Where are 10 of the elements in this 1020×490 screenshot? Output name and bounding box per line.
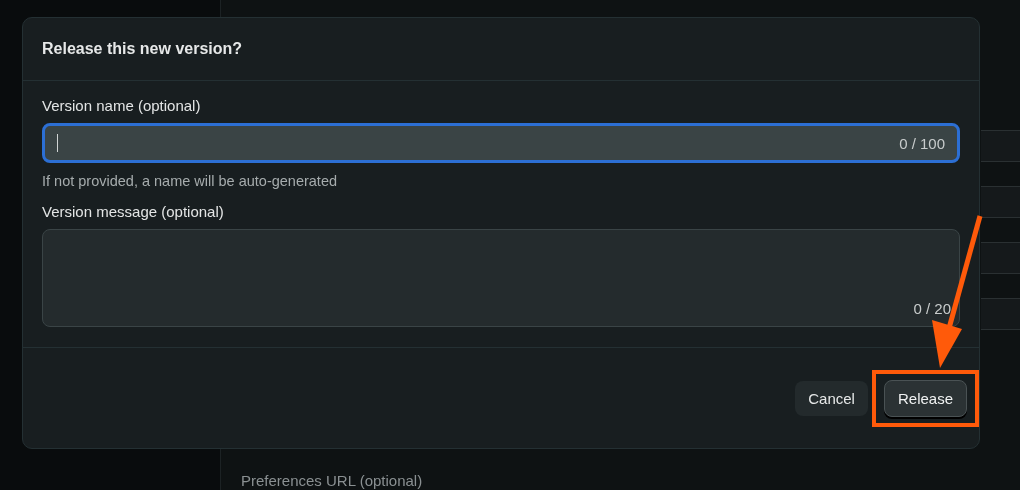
help-text: If not provided, a name will be auto-generated <box>42 173 339 189</box>
release-button[interactable]: Release <box>883 379 967 417</box>
input-field[interactable]: 0 / 100 <box>42 123 960 163</box>
arrow-icon <box>932 215 983 368</box>
field-label: Version name (optional) <box>42 97 202 114</box>
text-area[interactable]: 0 / 20 <box>42 229 960 327</box>
dialog-title: Release this new version? <box>42 40 243 57</box>
cancel-button[interactable]: Cancel <box>795 380 868 416</box>
field-label: Preferences URL (optional) <box>241 473 423 489</box>
field-label: Version message (optional) <box>42 203 225 220</box>
